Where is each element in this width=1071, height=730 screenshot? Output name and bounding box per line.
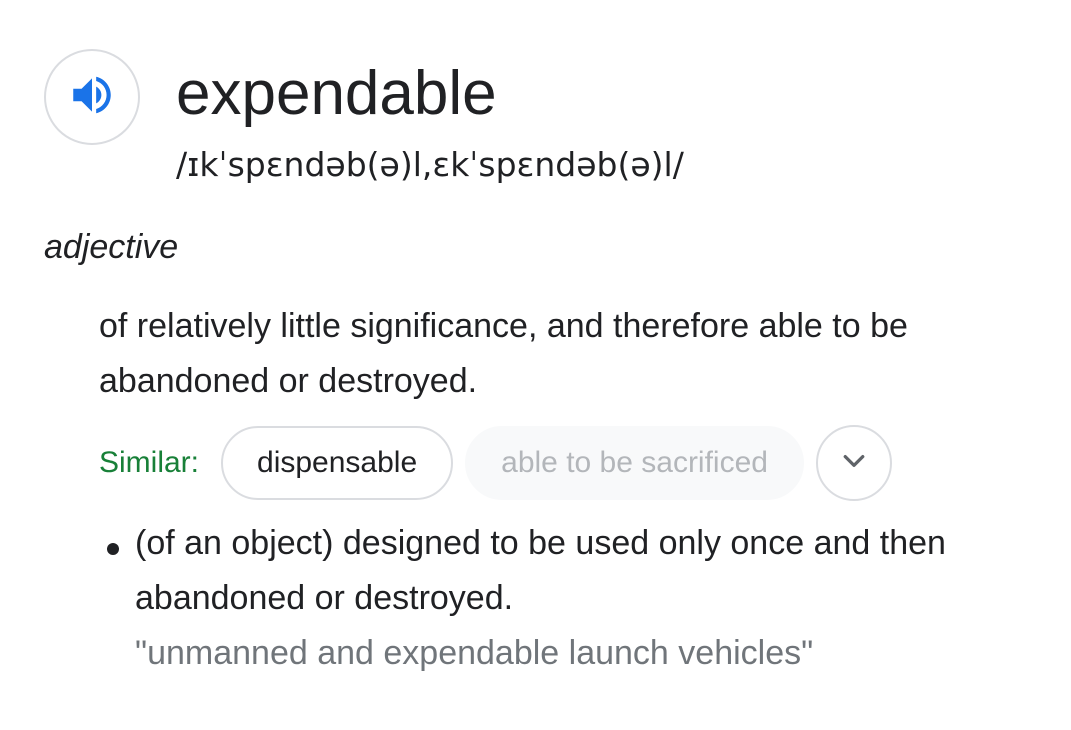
pronunciation-button[interactable] [44, 49, 140, 145]
sub-sense: (of an object) designed to be used only … [99, 516, 1039, 681]
similar-label: Similar: [99, 446, 200, 479]
sub-sense-definition: (of an object) designed to be used only … [135, 524, 946, 617]
chevron-down-icon [839, 446, 869, 481]
dictionary-card: expendable /ɪkˈspɛndəb(ə)l,ɛkˈspɛndəb(ə)… [0, 0, 1071, 730]
part-of-speech: adjective [44, 228, 179, 266]
phonetic-transcription: /ɪkˈspɛndəb(ə)l,ɛkˈspɛndəb(ə)l/ [176, 145, 684, 184]
primary-definition: of relatively little significance, and t… [99, 307, 908, 400]
bullet-dot [107, 543, 119, 555]
volume-icon [67, 70, 117, 125]
similar-words-row: Similar: dispensable able to be sacrific… [99, 425, 892, 501]
expand-similar-button[interactable] [815, 425, 892, 501]
headword: expendable [176, 59, 497, 128]
similar-chip-able-to-be-sacrificed[interactable]: able to be sacrificed [465, 426, 804, 500]
usage-example: "unmanned and expendable launch vehicles… [135, 634, 814, 672]
similar-chip-dispensable[interactable]: dispensable [221, 426, 454, 500]
